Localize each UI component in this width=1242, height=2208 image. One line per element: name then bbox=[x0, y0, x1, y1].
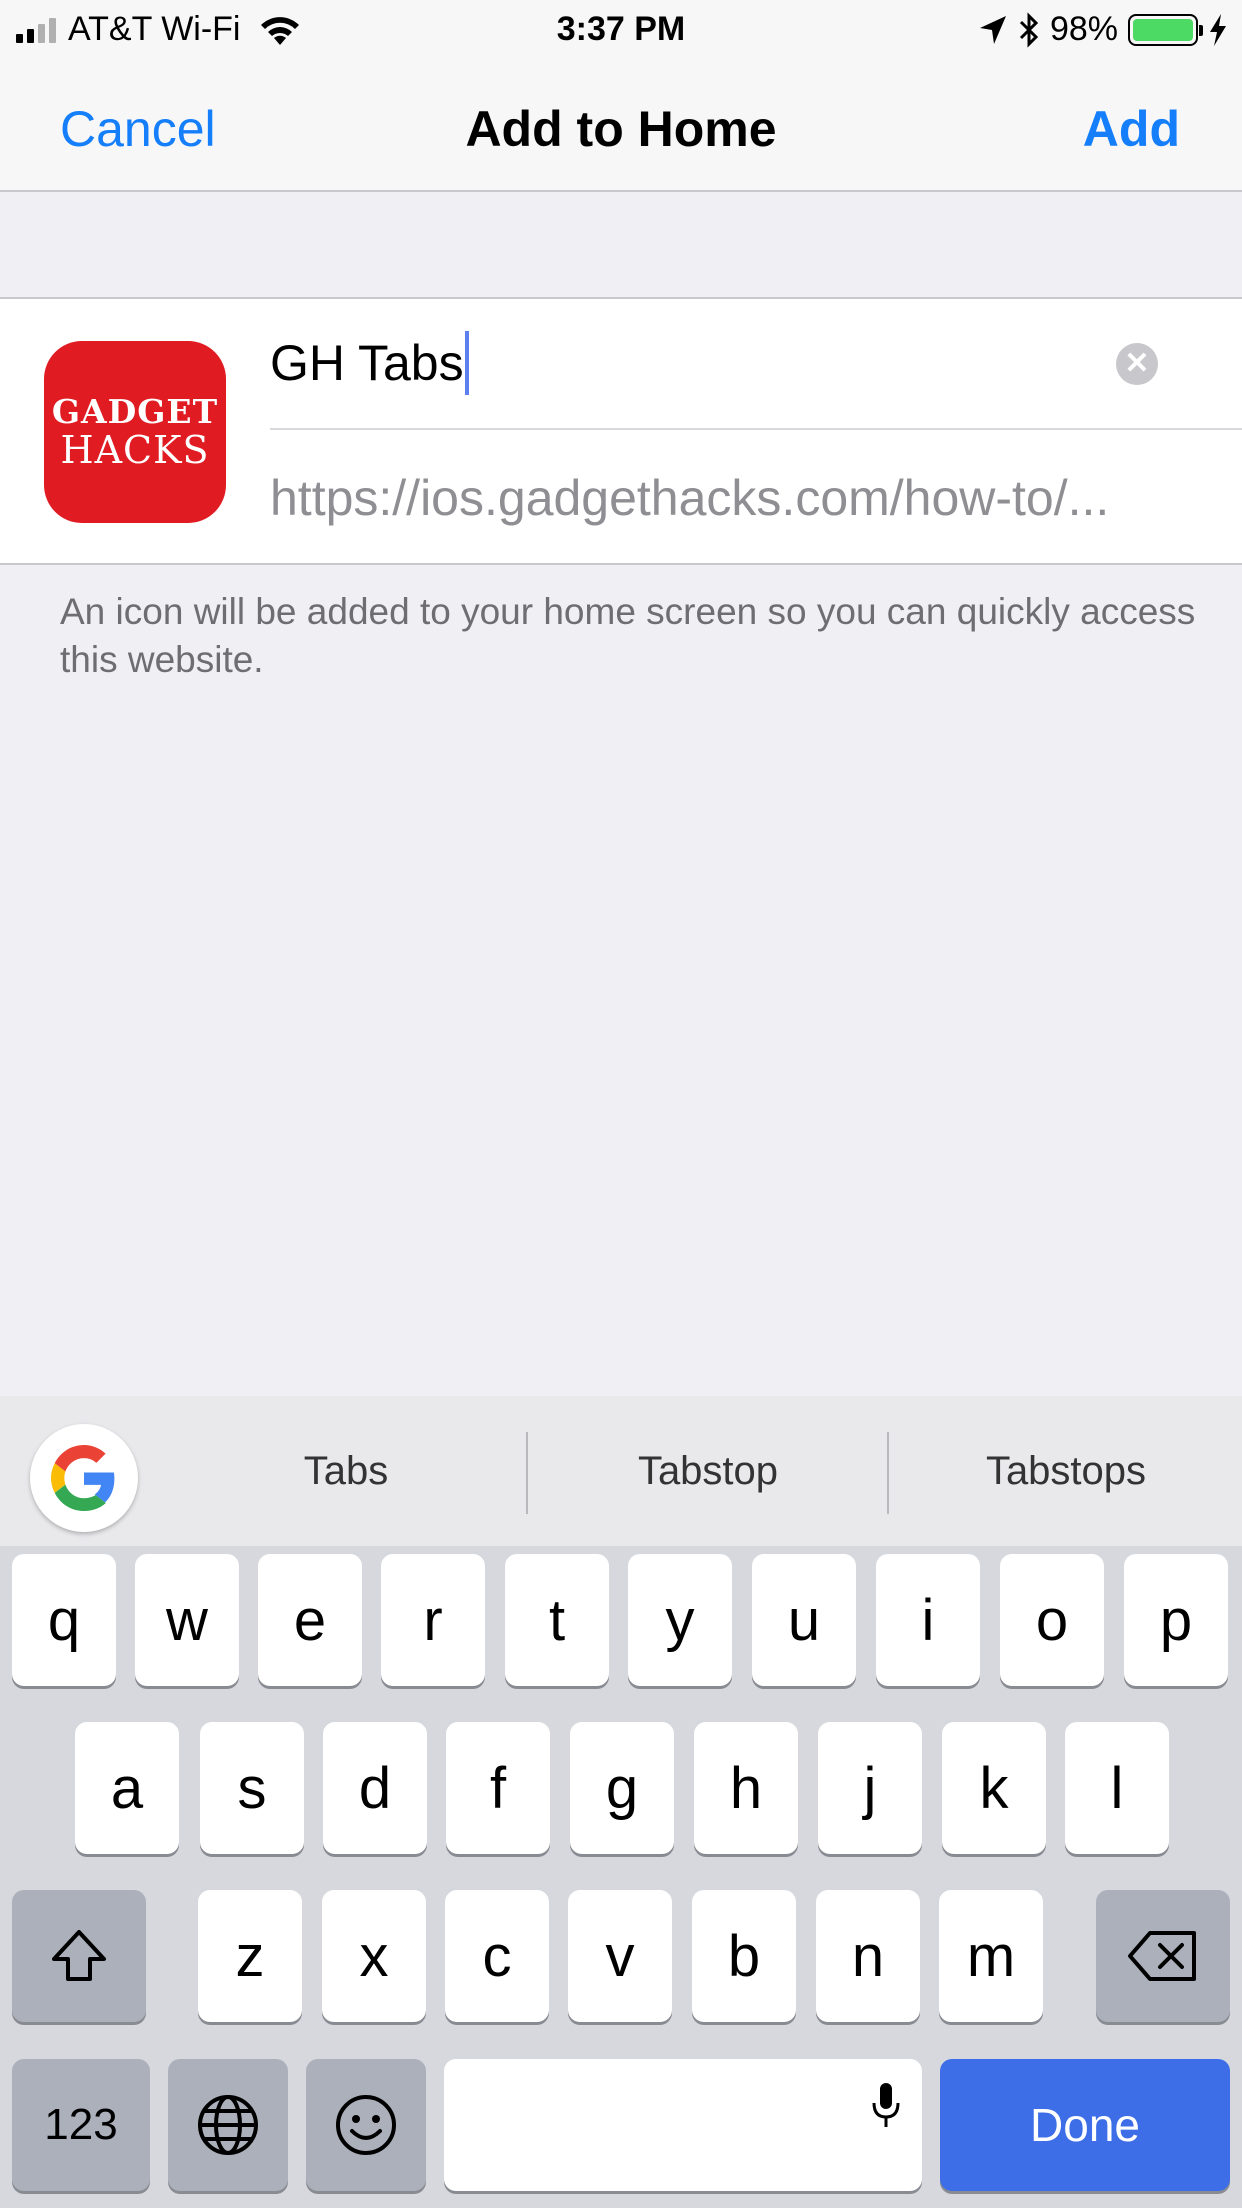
delete-key[interactable] bbox=[1096, 1890, 1230, 2022]
status-bar: AT&T Wi-Fi 3:37 PM 98% bbox=[0, 0, 1242, 62]
status-right: 98% bbox=[978, 10, 1228, 49]
space-key[interactable] bbox=[444, 2059, 922, 2191]
key-g[interactable]: g bbox=[570, 1722, 674, 1854]
numbers-key[interactable]: 123 bbox=[12, 2059, 150, 2191]
add-button[interactable]: Add bbox=[1083, 100, 1180, 158]
key-p[interactable]: p bbox=[1124, 1554, 1228, 1686]
shift-key[interactable] bbox=[12, 1890, 146, 2022]
battery-percent: 98% bbox=[1049, 10, 1118, 48]
suggestion-divider bbox=[526, 1432, 528, 1514]
key-k[interactable]: k bbox=[942, 1722, 1046, 1854]
key-u[interactable]: u bbox=[752, 1554, 856, 1686]
emoji-key[interactable] bbox=[306, 2059, 426, 2191]
google-icon[interactable] bbox=[30, 1424, 138, 1532]
key-y[interactable]: y bbox=[628, 1554, 732, 1686]
key-b[interactable]: b bbox=[692, 1890, 796, 2022]
key-w[interactable]: w bbox=[135, 1554, 239, 1686]
suggestion-divider bbox=[887, 1432, 889, 1514]
globe-icon bbox=[198, 2095, 258, 2155]
charging-icon bbox=[1210, 13, 1226, 46]
key-t[interactable]: t bbox=[505, 1554, 609, 1686]
keyboard: Tabs Tabstop Tabstops q w e r t y u i o … bbox=[0, 1396, 1242, 2208]
emoji-icon bbox=[336, 2095, 396, 2155]
backspace-icon bbox=[1128, 1931, 1196, 1981]
key-i[interactable]: i bbox=[876, 1554, 980, 1686]
key-o[interactable]: o bbox=[1000, 1554, 1104, 1686]
suggestion-2[interactable]: Tabstop bbox=[530, 1396, 886, 1546]
text-cursor bbox=[464, 331, 469, 395]
bluetooth-icon bbox=[1019, 11, 1039, 48]
icon-logo-line1: GADGET bbox=[51, 392, 219, 431]
navigation-bar: Cancel Add to Home Add bbox=[0, 62, 1242, 192]
key-l[interactable]: l bbox=[1065, 1722, 1169, 1854]
key-n[interactable]: n bbox=[816, 1890, 920, 2022]
key-s[interactable]: s bbox=[200, 1722, 304, 1854]
microphone-icon[interactable] bbox=[870, 2081, 902, 2129]
suggestion-bar: Tabs Tabstop Tabstops bbox=[0, 1396, 1242, 1546]
name-input[interactable]: GH Tabs bbox=[270, 331, 469, 395]
key-a[interactable]: a bbox=[75, 1722, 179, 1854]
key-v[interactable]: v bbox=[568, 1890, 672, 2022]
website-icon: GADGET HACKS bbox=[44, 341, 226, 523]
name-input-value: GH Tabs bbox=[270, 335, 464, 391]
suggestion-1[interactable]: Tabs bbox=[170, 1396, 522, 1546]
key-c[interactable]: c bbox=[445, 1890, 549, 2022]
key-m[interactable]: m bbox=[939, 1890, 1043, 2022]
key-d[interactable]: d bbox=[323, 1722, 427, 1854]
hint-text: An icon will be added to your home scree… bbox=[60, 591, 1196, 680]
bookmark-form: GADGET HACKS GH Tabs ✕ https://ios.gadge… bbox=[0, 297, 1242, 565]
clear-text-icon[interactable]: ✕ bbox=[1116, 343, 1158, 385]
suggestion-3[interactable]: Tabstops bbox=[891, 1396, 1241, 1546]
url-label: https://ios.gadgethacks.com/how-to/... bbox=[270, 470, 1110, 526]
key-f[interactable]: f bbox=[446, 1722, 550, 1854]
key-z[interactable]: z bbox=[198, 1890, 302, 2022]
key-r[interactable]: r bbox=[381, 1554, 485, 1686]
key-j[interactable]: j bbox=[818, 1722, 922, 1854]
shift-icon bbox=[52, 1930, 106, 1981]
key-h[interactable]: h bbox=[694, 1722, 798, 1854]
icon-logo-line2: HACKS bbox=[60, 428, 210, 472]
key-q[interactable]: q bbox=[12, 1554, 116, 1686]
key-x[interactable]: x bbox=[322, 1890, 426, 2022]
google-logo-icon bbox=[51, 1445, 115, 1511]
battery-icon bbox=[1128, 13, 1203, 46]
globe-key[interactable] bbox=[168, 2059, 288, 2191]
cancel-button[interactable]: Cancel bbox=[60, 100, 216, 158]
name-field-row: GH Tabs ✕ bbox=[270, 299, 1242, 430]
key-e[interactable]: e bbox=[258, 1554, 362, 1686]
done-button[interactable]: Done bbox=[940, 2059, 1230, 2191]
location-icon bbox=[979, 15, 1006, 44]
